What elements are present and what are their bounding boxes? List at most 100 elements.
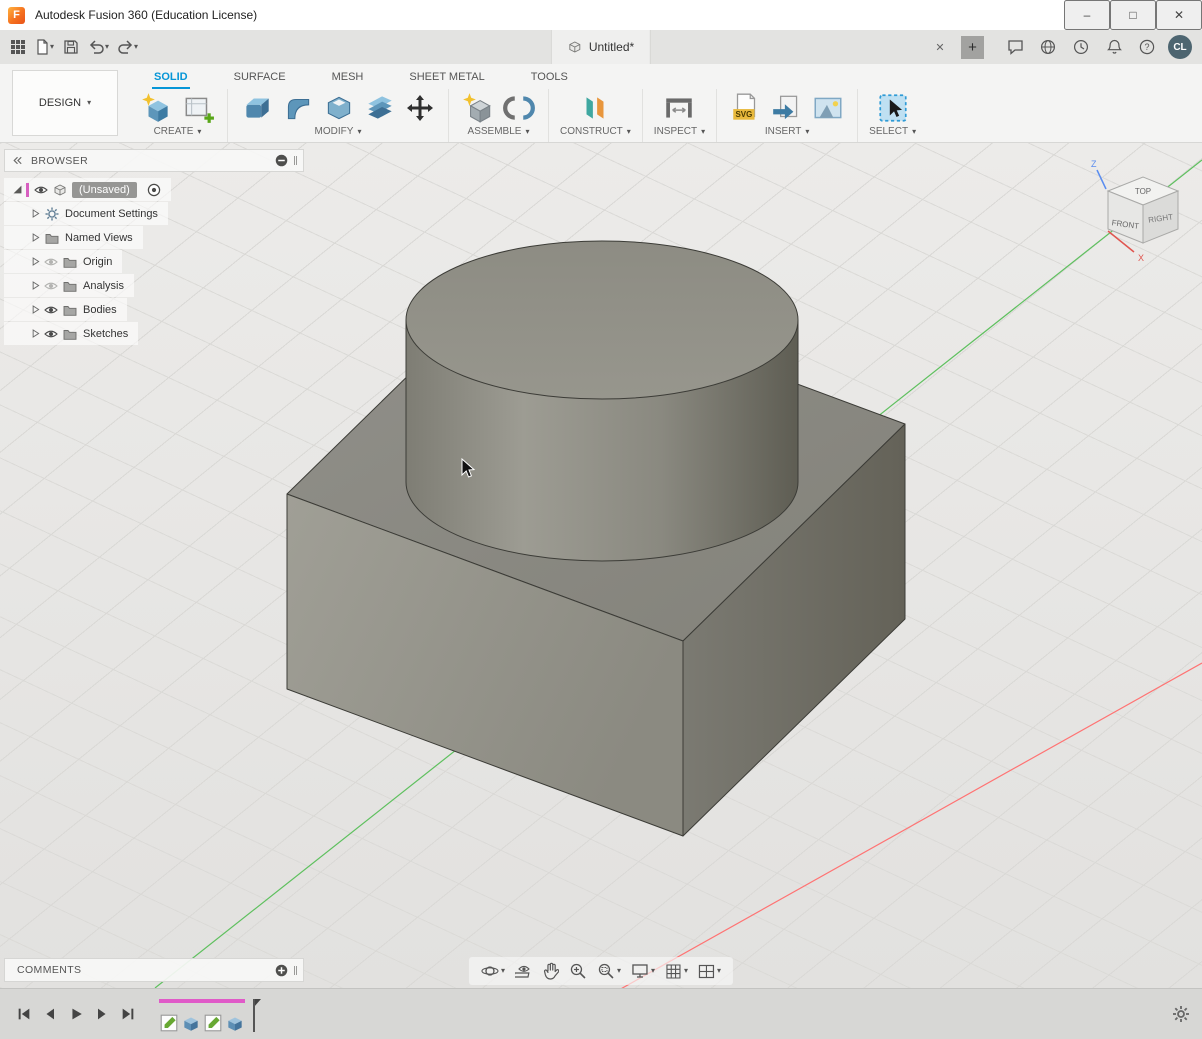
undo-button[interactable]: ▾ (85, 34, 112, 60)
root-expand-icon[interactable] (10, 183, 24, 197)
close-button[interactable]: ✕ (1156, 0, 1202, 30)
maximize-button[interactable]: □ (1110, 0, 1156, 30)
timeline-feature-extrude-2[interactable] (225, 1013, 245, 1033)
group-inspect-label[interactable]: INSPECT ▾ (654, 126, 705, 142)
visibility-toggle-on[interactable] (44, 327, 58, 341)
create-sketch-button[interactable] (180, 90, 216, 126)
expand-panel-icon[interactable] (275, 964, 288, 977)
zoom-button[interactable] (569, 962, 587, 980)
construct-plane-button[interactable] (577, 90, 613, 126)
visibility-toggle-on[interactable] (44, 303, 58, 317)
user-avatar[interactable]: CL (1168, 35, 1192, 59)
joint-icon (502, 91, 536, 125)
grid-settings-button[interactable]: ▾ (665, 963, 688, 980)
browser-item-analysis[interactable]: Analysis (4, 274, 134, 297)
view-cube[interactable]: Z X TOP FRONT RIGHT (1078, 153, 1198, 273)
file-menu-button[interactable]: ▾ (32, 34, 57, 60)
group-assemble-label[interactable]: ASSEMBLE ▾ (468, 126, 530, 142)
offset-face-button[interactable] (362, 90, 398, 126)
group-insert-label[interactable]: INSERT ▾ (765, 126, 810, 142)
comments-button[interactable] (1003, 34, 1027, 60)
panel-grip[interactable] (294, 156, 297, 165)
expand-arrow-icon[interactable] (28, 255, 42, 269)
create-solid-button[interactable] (139, 90, 175, 126)
recent-activity-button[interactable] (1069, 34, 1093, 60)
minimize-button[interactable]: – (1064, 0, 1110, 30)
pan-button[interactable] (543, 962, 559, 980)
timeline-track[interactable] (159, 995, 261, 1033)
expand-arrow-icon[interactable] (28, 279, 42, 293)
close-document-tab-button[interactable]: ✕ (930, 37, 950, 57)
browser-root-row[interactable]: (Unsaved) (4, 178, 171, 201)
go-to-end-button[interactable] (116, 1003, 139, 1026)
root-visibility-toggle[interactable] (34, 183, 48, 197)
shell-button[interactable] (321, 90, 357, 126)
new-component-button[interactable] (460, 90, 496, 126)
new-document-tab-button[interactable]: + (961, 36, 984, 59)
fit-button[interactable]: ▾ (597, 962, 621, 980)
workspace-label: DESIGN (39, 97, 81, 109)
redo-button[interactable]: ▾ (114, 34, 141, 60)
group-select-label[interactable]: SELECT ▾ (869, 126, 916, 142)
step-forward-button[interactable] (90, 1003, 113, 1026)
workspace-switcher-button[interactable]: DESIGN ▾ (12, 70, 118, 136)
look-at-button[interactable] (515, 963, 533, 979)
activate-component-radio[interactable] (147, 183, 161, 197)
tab-tools[interactable]: TOOLS (529, 68, 570, 89)
minimize-panel-icon[interactable] (275, 154, 288, 167)
help-button[interactable]: ? (1135, 34, 1159, 60)
timeline-feature-extrude-1[interactable] (181, 1013, 201, 1033)
fillet-button[interactable] (280, 90, 316, 126)
viewports-button[interactable]: ▾ (698, 964, 721, 979)
go-to-start-button[interactable] (12, 1003, 35, 1026)
chevron-down-icon: ▾ (501, 967, 505, 975)
move-copy-button[interactable] (403, 91, 437, 125)
measure-button[interactable] (661, 90, 697, 126)
group-create-label[interactable]: CREATE ▾ (154, 126, 202, 142)
cylinder-top-face[interactable] (406, 241, 798, 399)
job-status-button[interactable] (1036, 34, 1060, 60)
expand-arrow-icon[interactable] (28, 207, 42, 221)
browser-item-document-settings[interactable]: Document Settings (4, 202, 168, 225)
orbit-button[interactable]: ▾ (481, 962, 505, 980)
tab-mesh[interactable]: MESH (330, 68, 366, 89)
timeline-feature-sketch-1[interactable] (159, 1013, 179, 1033)
step-back-button[interactable] (38, 1003, 61, 1026)
insert-derive-button[interactable] (769, 90, 805, 126)
notifications-button[interactable] (1102, 34, 1126, 60)
tab-surface[interactable]: SURFACE (232, 68, 288, 89)
group-construct-label[interactable]: CONSTRUCT ▾ (560, 126, 631, 142)
model-body[interactable] (287, 241, 905, 836)
tab-solid[interactable]: SOLID (152, 68, 190, 89)
insert-svg-button[interactable]: SVG (728, 90, 764, 126)
expand-arrow-icon[interactable] (28, 303, 42, 317)
expand-arrow-icon[interactable] (28, 231, 42, 245)
collapse-panel-icon[interactable] (11, 154, 24, 167)
browser-item-named-views[interactable]: Named Views (4, 226, 143, 249)
joint-button[interactable] (501, 90, 537, 126)
timeline-settings-button[interactable] (1172, 1005, 1190, 1023)
app-grid-button[interactable] (6, 34, 30, 60)
visibility-toggle-off[interactable] (44, 255, 58, 269)
browser-item-bodies[interactable]: Bodies (4, 298, 127, 321)
select-button[interactable] (875, 90, 911, 126)
play-button[interactable] (64, 1003, 87, 1026)
3d-viewport[interactable]: Z X TOP FRONT RIGHT BROWSER (0, 143, 1202, 988)
timeline-feature-sketch-2[interactable] (203, 1013, 223, 1033)
browser-item-sketches[interactable]: Sketches (4, 322, 138, 345)
expand-arrow-icon[interactable] (28, 327, 42, 341)
tab-sheet-metal[interactable]: SHEET METAL (407, 68, 486, 89)
comments-panel[interactable]: COMMENTS (4, 958, 304, 982)
panel-grip[interactable] (294, 966, 297, 975)
timeline-playhead[interactable] (249, 999, 261, 1033)
insert-canvas-button[interactable] (810, 90, 846, 126)
display-settings-button[interactable]: ▾ (631, 963, 655, 979)
visibility-toggle-off[interactable] (44, 279, 58, 293)
group-modify-label[interactable]: MODIFY ▾ (315, 126, 362, 142)
browser-item-origin[interactable]: Origin (4, 250, 122, 273)
save-button[interactable] (59, 34, 83, 60)
document-tab[interactable]: Untitled* (551, 30, 651, 64)
press-pull-button[interactable] (239, 90, 275, 126)
chevron-down-icon: ▾ (134, 43, 138, 51)
root-document-label[interactable]: (Unsaved) (72, 182, 137, 198)
